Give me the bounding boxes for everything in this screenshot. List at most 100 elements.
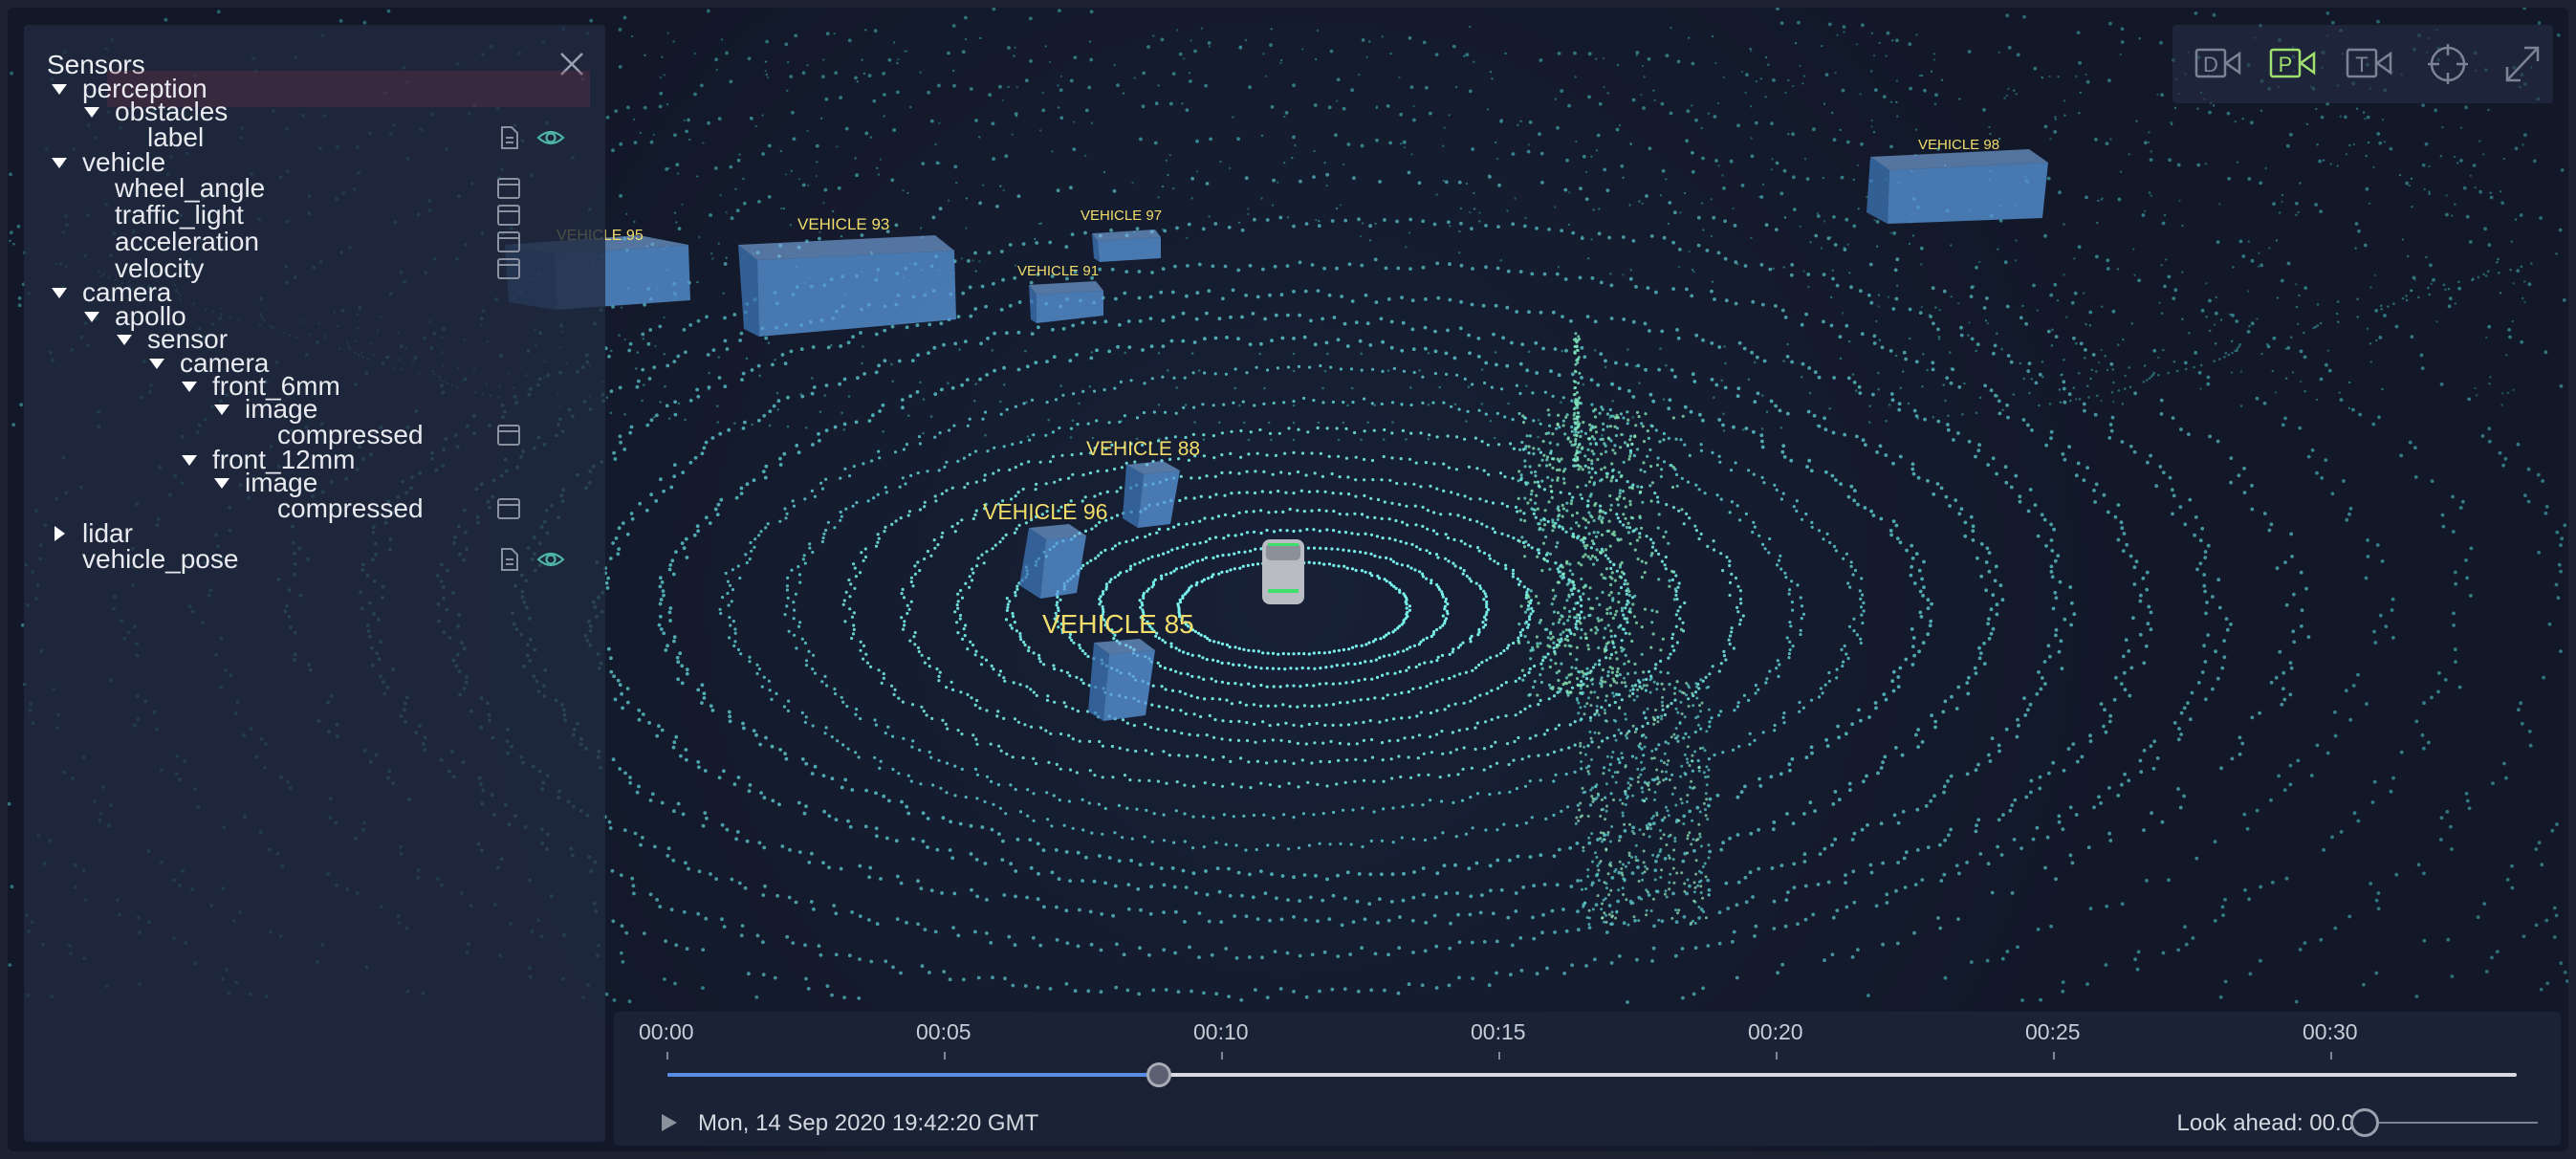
lidar-point xyxy=(2009,485,2014,490)
lidar-point xyxy=(1443,708,1447,711)
lidar-point xyxy=(743,420,747,425)
lidar-point xyxy=(1083,529,1088,534)
lidar-point xyxy=(2243,887,2247,892)
lidar-point xyxy=(609,656,613,661)
lidar-point xyxy=(1462,701,1466,705)
lidar-point xyxy=(1653,492,1657,495)
lidar-point xyxy=(2390,597,2395,601)
lidar-point xyxy=(1530,546,1534,550)
lidar-point xyxy=(1206,637,1210,641)
lidar-point xyxy=(1405,606,1408,610)
lidar-point xyxy=(2032,283,2036,288)
lidar-point xyxy=(931,783,935,787)
lidar-point xyxy=(1408,267,1412,271)
lidar-point xyxy=(1346,723,1351,727)
lidar-point xyxy=(1784,576,1788,580)
lidar-point xyxy=(666,854,670,858)
lidar-point xyxy=(2023,713,2028,717)
lidar-point xyxy=(2080,754,2085,759)
lidar-point xyxy=(1190,653,1194,657)
lidar-point xyxy=(1499,684,1504,688)
lidar-point xyxy=(1517,636,1520,640)
lidar-point xyxy=(1225,570,1229,574)
lidar-point xyxy=(1499,651,1503,655)
lidar-point xyxy=(748,558,752,561)
lidar-point xyxy=(1663,712,1667,717)
lidar-point xyxy=(862,462,865,466)
lidar-point xyxy=(2122,670,2127,675)
lidar-point xyxy=(1071,472,1075,476)
lidar-point xyxy=(1678,248,1682,251)
lidar-point xyxy=(1269,491,1273,494)
lidar-point xyxy=(2347,512,2351,516)
lidar-point xyxy=(1089,942,1094,947)
lidar-point xyxy=(1565,634,1569,639)
lidar-point xyxy=(1722,186,1726,190)
lidar-point xyxy=(884,732,887,735)
lidar-point xyxy=(937,758,941,762)
lidar-point xyxy=(1686,480,1691,484)
lidar-point xyxy=(1360,143,1364,148)
lidar-point xyxy=(1202,845,1206,849)
lidar-point xyxy=(1418,570,1422,574)
lidar-point xyxy=(1330,471,1334,476)
lidar-point xyxy=(1398,590,1402,595)
lidar-point xyxy=(1723,256,1728,261)
lidar-point xyxy=(2176,737,2181,742)
lidar-point xyxy=(1871,392,1875,397)
lidar-point xyxy=(1510,340,1514,345)
lidar-point xyxy=(1491,911,1495,916)
lidar-point xyxy=(1247,682,1251,686)
lidar-point xyxy=(2206,633,2211,637)
lidar-point xyxy=(1156,727,1160,732)
lidar-point xyxy=(676,354,681,359)
lidar-point xyxy=(1119,380,1123,383)
lidar-point xyxy=(1739,601,1743,605)
lidar-point xyxy=(1030,332,1035,336)
lidar-point xyxy=(1464,832,1468,836)
lidar-point xyxy=(741,426,746,430)
lidar-point xyxy=(1254,988,1257,992)
lidar-point xyxy=(984,658,989,662)
lidar-point xyxy=(935,667,939,671)
lidar-point xyxy=(1004,618,1009,622)
lidar-point xyxy=(1285,951,1290,955)
lidar-point xyxy=(739,486,744,491)
lidar-point xyxy=(1918,610,1923,615)
lidar-point xyxy=(1799,632,1802,637)
lidar-point xyxy=(923,661,928,665)
lidar-point xyxy=(1171,315,1175,319)
lidar-point xyxy=(2238,735,2242,740)
lidar-point xyxy=(1013,717,1017,721)
lidar-point xyxy=(1034,361,1038,365)
lidar-point xyxy=(1926,845,1931,849)
lidar-point xyxy=(1211,757,1215,762)
lidar-point xyxy=(1909,573,1913,578)
lidar-point xyxy=(1282,401,1286,405)
lidar-point xyxy=(667,567,672,572)
lidar-point xyxy=(2093,500,2098,504)
lidar-point xyxy=(1247,648,1251,652)
lidar-point xyxy=(813,764,818,769)
lidar-point xyxy=(1458,566,1463,570)
lidar-point xyxy=(1044,433,1048,437)
lidar-point xyxy=(2365,702,2369,706)
lidar-point xyxy=(1365,321,1370,326)
lidar-point xyxy=(912,635,916,639)
lidar-point xyxy=(1855,434,1859,439)
lidar-point xyxy=(1722,654,1726,658)
lidar-point xyxy=(1454,835,1458,839)
lidar-point xyxy=(1052,664,1056,667)
lidar-point xyxy=(1199,633,1203,637)
lidar-point xyxy=(1262,813,1266,817)
lidar-point xyxy=(2067,445,2072,449)
lidar-point xyxy=(1015,584,1019,588)
lidar-point xyxy=(2085,982,2089,986)
lidar-point xyxy=(1477,549,1481,553)
lidar-point xyxy=(1233,682,1237,686)
lidar-point xyxy=(1431,529,1435,533)
lidar-point xyxy=(1225,698,1229,702)
lidar-point xyxy=(628,776,632,779)
lidar-point xyxy=(2061,452,2065,456)
lidar-point xyxy=(1395,561,1399,566)
